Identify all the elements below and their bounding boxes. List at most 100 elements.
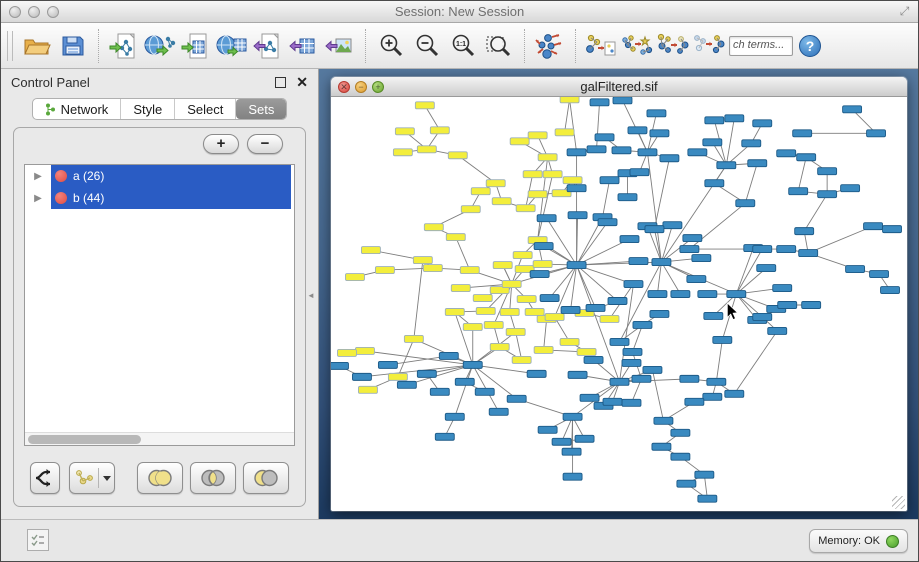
- network-node-yellow[interactable]: [523, 171, 542, 178]
- network-node-blue[interactable]: [748, 160, 767, 167]
- network-node-blue[interactable]: [534, 243, 553, 250]
- network-node-blue[interactable]: [864, 223, 883, 230]
- export-image-button[interactable]: [322, 28, 358, 64]
- network-node-yellow[interactable]: [424, 224, 443, 231]
- network-node-blue[interactable]: [671, 429, 690, 436]
- network-difference-button[interactable]: [655, 28, 691, 64]
- zoom-selected-button[interactable]: [481, 28, 517, 64]
- zoom-actual-size-button[interactable]: 1:1: [445, 28, 481, 64]
- tab-select[interactable]: Select: [175, 99, 236, 119]
- network-node-blue[interactable]: [629, 258, 648, 265]
- network-node-blue[interactable]: [793, 130, 812, 137]
- network-node-blue[interactable]: [638, 149, 657, 156]
- network-node-blue[interactable]: [507, 395, 526, 402]
- network-node-blue[interactable]: [841, 185, 860, 192]
- tab-sets[interactable]: Sets: [236, 99, 286, 119]
- network-node-blue[interactable]: [567, 185, 586, 192]
- network-node-blue[interactable]: [768, 327, 787, 334]
- network-node-blue[interactable]: [430, 388, 449, 395]
- network-node-blue[interactable]: [575, 435, 594, 442]
- tab-network[interactable]: Network: [33, 99, 122, 119]
- network-node-yellow[interactable]: [555, 129, 574, 136]
- network-node-yellow[interactable]: [538, 154, 557, 161]
- split-sets-button[interactable]: [30, 462, 60, 494]
- network-node-blue[interactable]: [610, 338, 629, 345]
- network-node-blue[interactable]: [622, 399, 641, 406]
- union-sets-button[interactable]: [137, 462, 183, 494]
- network-intersection-button[interactable]: [691, 28, 727, 64]
- network-node-blue[interactable]: [598, 219, 617, 226]
- network-node-yellow[interactable]: [473, 295, 492, 302]
- network-node-yellow[interactable]: [375, 267, 394, 274]
- network-node-blue[interactable]: [584, 356, 603, 363]
- network-node-blue[interactable]: [613, 97, 632, 104]
- network-node-blue[interactable]: [799, 250, 818, 257]
- network-node-blue[interactable]: [818, 168, 837, 175]
- network-node-yellow[interactable]: [451, 285, 470, 292]
- network-node-blue[interactable]: [705, 180, 724, 187]
- network-node-yellow[interactable]: [471, 188, 490, 195]
- network-node-yellow[interactable]: [486, 180, 505, 187]
- expander-triangle-icon[interactable]: ▶: [25, 171, 51, 182]
- fullscreen-icon[interactable]: ⤢: [897, 4, 912, 19]
- network-node-blue[interactable]: [552, 438, 571, 445]
- network-node-blue[interactable]: [630, 169, 649, 176]
- network-node-blue[interactable]: [608, 298, 627, 305]
- network-node-blue[interactable]: [727, 291, 746, 298]
- list-item[interactable]: ▶ b (44): [25, 187, 294, 209]
- network-node-blue[interactable]: [688, 149, 707, 156]
- network-node-blue[interactable]: [789, 188, 808, 195]
- memory-status-button[interactable]: Memory: OK: [809, 529, 908, 553]
- network-node-blue[interactable]: [530, 271, 549, 278]
- save-session-button[interactable]: [55, 28, 91, 64]
- network-node-blue[interactable]: [846, 266, 865, 273]
- network-node-yellow[interactable]: [516, 205, 535, 212]
- network-node-blue[interactable]: [713, 336, 732, 343]
- expander-triangle-icon[interactable]: ▶: [25, 193, 51, 204]
- network-node-blue[interactable]: [455, 378, 474, 385]
- network-node-blue[interactable]: [677, 480, 696, 487]
- network-node-yellow[interactable]: [430, 127, 449, 134]
- network-node-yellow[interactable]: [345, 274, 364, 281]
- network-node-blue[interactable]: [660, 155, 679, 162]
- network-node-blue[interactable]: [439, 352, 458, 359]
- network-node-blue[interactable]: [587, 146, 606, 153]
- export-network-button[interactable]: [250, 28, 286, 64]
- network-node-blue[interactable]: [489, 408, 508, 415]
- network-node-yellow[interactable]: [423, 265, 442, 272]
- network-node-blue[interactable]: [685, 398, 704, 405]
- network-node-blue[interactable]: [698, 291, 717, 298]
- network-node-yellow[interactable]: [388, 373, 407, 380]
- network-node-yellow[interactable]: [545, 313, 564, 320]
- network-node-blue[interactable]: [652, 259, 671, 266]
- network-node-yellow[interactable]: [490, 343, 509, 350]
- network-node-blue[interactable]: [671, 453, 690, 460]
- network-node-blue[interactable]: [567, 262, 586, 269]
- network-node-blue[interactable]: [590, 99, 609, 106]
- network-node-yellow[interactable]: [534, 346, 553, 353]
- network-node-blue[interactable]: [692, 255, 711, 262]
- network-node-blue[interactable]: [603, 398, 622, 405]
- export-table-button[interactable]: [286, 28, 322, 64]
- network-node-yellow[interactable]: [404, 335, 423, 342]
- network-node-blue[interactable]: [652, 443, 671, 450]
- network-node-yellow[interactable]: [500, 308, 519, 315]
- collapse-splitter-button[interactable]: ◄: [307, 291, 314, 301]
- network-node-blue[interactable]: [623, 348, 642, 355]
- network-node-blue[interactable]: [703, 139, 722, 146]
- intersection-sets-button[interactable]: [190, 462, 236, 494]
- network-node-yellow[interactable]: [355, 347, 374, 354]
- network-node-blue[interactable]: [580, 394, 599, 401]
- network-node-yellow[interactable]: [513, 252, 532, 259]
- network-from-selection-button[interactable]: [583, 28, 619, 64]
- network-window-titlebar[interactable]: ✕ − + galFiltered.sif: [331, 77, 907, 97]
- network-node-blue[interactable]: [703, 393, 722, 400]
- network-node-yellow[interactable]: [600, 315, 619, 322]
- network-node-blue[interactable]: [463, 361, 482, 368]
- network-node-blue[interactable]: [870, 271, 889, 278]
- create-set-from-network-button[interactable]: [69, 462, 115, 494]
- network-node-yellow[interactable]: [445, 308, 464, 315]
- network-node-blue[interactable]: [795, 228, 814, 235]
- network-node-blue[interactable]: [698, 495, 717, 502]
- network-node-blue[interactable]: [650, 130, 669, 137]
